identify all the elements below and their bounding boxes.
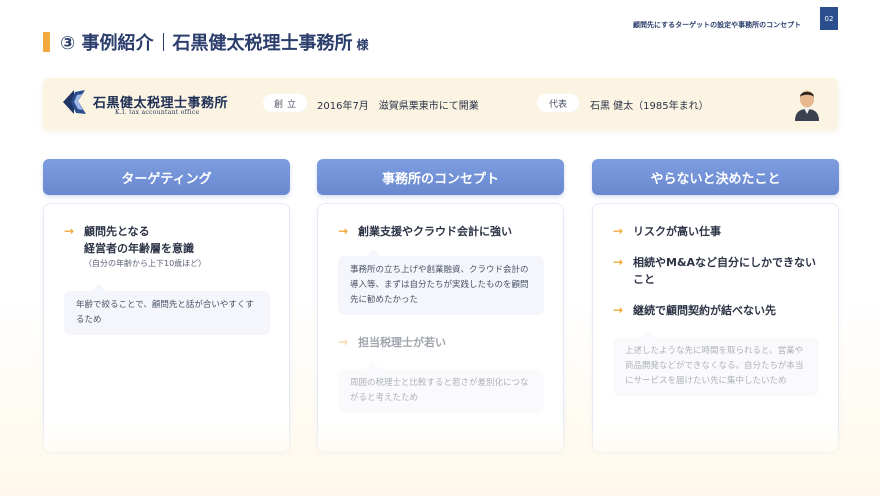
note-bubble: 上述したような先に時間を取られると、営業や商品開発などができなくなる。自分たちが… <box>613 330 819 396</box>
page-title: ③ 事例紹介 石黒健太税理士事務所 様 <box>60 29 369 55</box>
item-subtext: （自分の年齢から上下10歳ほど） <box>84 259 207 268</box>
item-text: リスクが高い仕事 <box>633 225 721 238</box>
arrow-icon: → <box>613 224 624 238</box>
item-text: 創業支援やクラウド会計に強い <box>358 225 512 238</box>
note-bubble: 周囲の税理士と比較すると若さが差別化につながると考えたため <box>338 362 544 413</box>
list-item: → 相続やM&Aなど自分にしかできないこと <box>613 254 824 288</box>
representative-avatar <box>795 90 819 121</box>
list-item: → 創業支援やクラウド会計に強い <box>338 223 549 240</box>
list-item: → 継続で顧問契約が結べない先 <box>613 302 824 319</box>
title-divider <box>162 33 164 51</box>
title-accent-bar <box>43 32 50 52</box>
column-card-not-doing: → リスクが高い仕事 → 相続やM&Aなど自分にしかできないこと → 継続で顧問… <box>592 203 839 453</box>
founded-text: 2016年7月 滋賀県栗東市にて開業 <box>317 101 479 112</box>
arrow-icon: → <box>613 255 624 269</box>
column-card-targeting: → 顧問先となる 経営者の年齢層を意識 （自分の年齢から上下10歳ほど） 年齢で… <box>43 203 290 453</box>
company-profile-band: 石黒健太税理士事務所 K.I. tax accountant office 創立… <box>43 78 838 130</box>
item-text: 相続やM&Aなど自分にしかできないこと <box>633 256 817 286</box>
topic-label: 顧問先にするターゲットの設定や事務所のコンセプト <box>633 21 802 29</box>
list-item: → リスクが高い仕事 <box>613 223 824 240</box>
arrow-icon: → <box>64 224 75 238</box>
slide: ③ 事例紹介 石黒健太税理士事務所 様 顧問先にするターゲットの設定や事務所のコ… <box>0 0 880 496</box>
section-title: ③ 事例紹介 <box>60 33 154 54</box>
column-heading-concept: 事務所のコンセプト <box>317 159 564 195</box>
list-item: → 顧問先となる 経営者の年齢層を意識 （自分の年齢から上下10歳ほど） <box>64 223 275 270</box>
founded-label: 創立 <box>263 94 307 112</box>
arrow-icon: → <box>338 335 349 349</box>
note-bubble: 年齢で絞ることで、顧問先と話が合いやすくするため <box>64 284 270 335</box>
column-heading-not-doing: やらないと決めたこと <box>592 159 839 195</box>
item-text: 継続で顧問契約が結べない先 <box>633 304 776 317</box>
title-suffix: 様 <box>356 38 369 52</box>
item-line: 経営者の年齢層を意識 <box>84 242 194 255</box>
list-item: → 担当税理士が若い <box>338 334 549 351</box>
note-bubble: 事務所の立ち上げや創業融資、クラウド会計の導入等、まずは自分たちが実践したものを… <box>338 249 544 315</box>
logo-english-name: K.I. tax accountant office <box>115 109 200 116</box>
representative-text: 石黒 健太（1985年まれ） <box>590 101 709 112</box>
representative-label: 代表 <box>537 94 579 112</box>
page-number-badge: 02 <box>820 7 838 30</box>
arrow-icon: → <box>613 303 624 317</box>
arrow-icon: → <box>338 224 349 238</box>
item-text: 担当税理士が若い <box>358 336 446 349</box>
company-title: 石黒健太税理士事務所 <box>172 33 353 54</box>
item-line: 顧問先となる <box>84 225 150 238</box>
column-card-concept: → 創業支援やクラウド会計に強い 事務所の立ち上げや創業融資、クラウド会計の導入… <box>317 203 564 453</box>
company-logo-icon <box>63 90 86 114</box>
column-heading-targeting: ターゲティング <box>43 159 290 195</box>
